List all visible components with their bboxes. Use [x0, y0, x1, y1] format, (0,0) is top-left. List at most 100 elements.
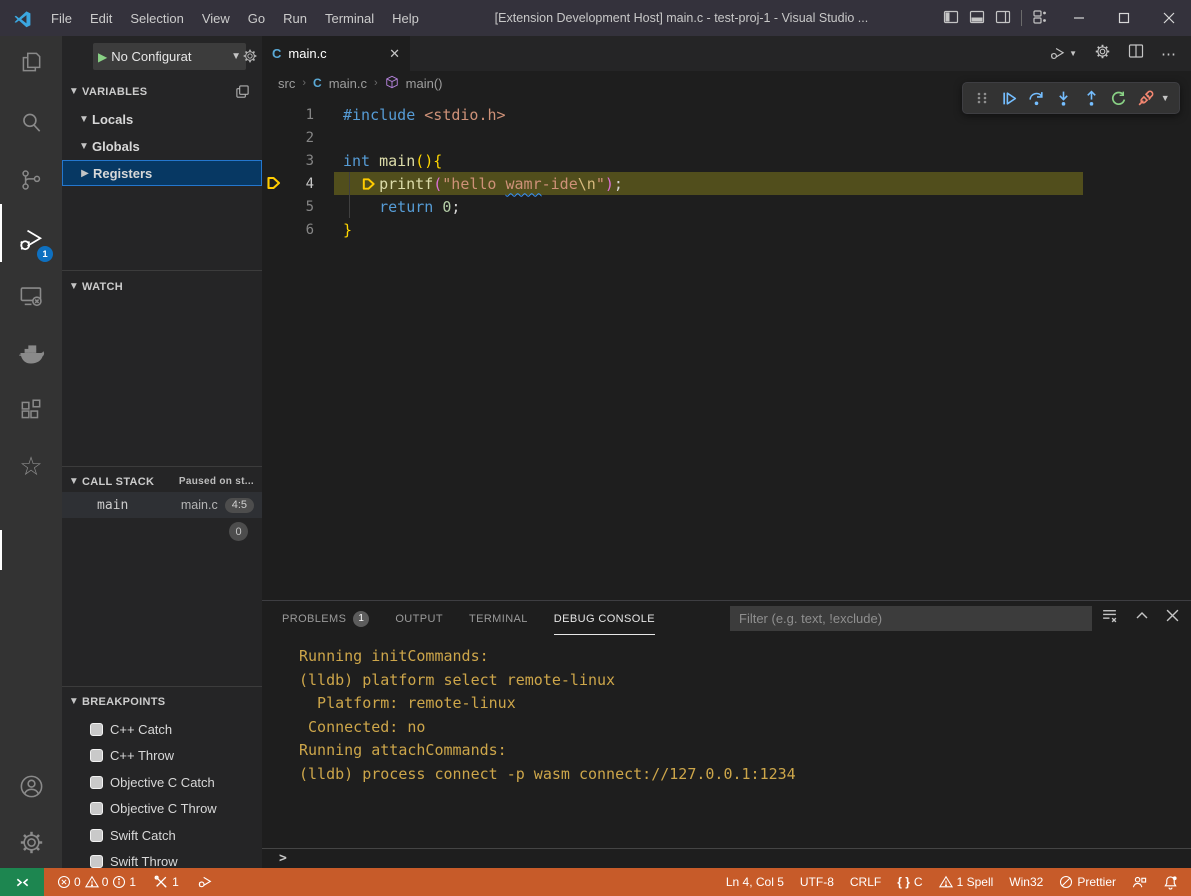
minimize-button[interactable]	[1056, 0, 1101, 36]
step-over-button[interactable]	[1025, 85, 1049, 111]
spell-checker-status[interactable]: 1 Spell	[934, 875, 999, 889]
panel-tab-problems[interactable]: PROBLEMS1	[282, 601, 369, 635]
customize-layout-icon[interactable]	[1032, 9, 1048, 28]
menu-view[interactable]: View	[193, 0, 239, 36]
more-actions-icon[interactable]: ⋯	[1161, 45, 1177, 63]
breadcrumb-file[interactable]: main.c	[329, 76, 367, 91]
close-panel-icon[interactable]	[1166, 609, 1179, 627]
glyph-margin[interactable]	[262, 218, 282, 241]
encoding-status[interactable]: UTF-8	[795, 875, 839, 889]
code-line[interactable]: 2	[262, 126, 1191, 149]
toggle-secondary-sidebar-icon[interactable]	[995, 9, 1011, 28]
breakpoint-item[interactable]: C++ Catch	[62, 716, 262, 743]
call-stack-section-header[interactable]: ▼ CALL STACK Paused on st...	[62, 470, 262, 493]
console-filter-input[interactable]	[730, 606, 1092, 631]
code-line[interactable]: 6}	[262, 218, 1191, 241]
settings-gear-icon[interactable]	[0, 818, 62, 866]
breakpoint-item[interactable]: Objective C Throw	[62, 796, 262, 823]
problems-status[interactable]: 0 0 1	[52, 875, 141, 889]
code-line[interactable]: 3int main(){	[262, 149, 1191, 172]
menu-go[interactable]: Go	[239, 0, 274, 36]
feedback-icon[interactable]	[1127, 875, 1152, 890]
step-out-button[interactable]	[1079, 85, 1103, 111]
maximize-panel-icon[interactable]	[1135, 609, 1149, 628]
glyph-margin[interactable]	[262, 103, 282, 126]
search-icon[interactable]	[0, 98, 62, 146]
call-stack-frame-row[interactable]: main main.c 4:5	[62, 492, 262, 518]
toggle-panel-icon[interactable]	[969, 9, 985, 28]
variables-section-header[interactable]: ▼ VARIABLES	[62, 80, 262, 103]
run-or-debug-button[interactable]: ▼	[1049, 45, 1077, 62]
glyph-margin[interactable]	[262, 195, 282, 218]
breakpoint-checkbox[interactable]	[90, 855, 103, 868]
disconnect-button[interactable]	[1134, 85, 1158, 111]
toggle-sidebar-icon[interactable]	[943, 9, 959, 28]
watch-section-header[interactable]: ▼ WATCH	[62, 275, 262, 298]
favorites-star-icon[interactable]: ☆	[0, 442, 62, 490]
editor-settings-gear-icon[interactable]	[1094, 43, 1111, 65]
remote-indicator[interactable]	[0, 868, 44, 896]
split-editor-icon[interactable]	[1128, 43, 1144, 64]
open-launch-json-gear-icon[interactable]	[242, 48, 258, 69]
breakpoint-item[interactable]: Objective C Catch	[62, 769, 262, 796]
breakpoint-checkbox[interactable]	[90, 829, 103, 842]
debug-pointer-glyph[interactable]	[262, 172, 282, 195]
step-into-button[interactable]	[1052, 85, 1076, 111]
breakpoint-checkbox[interactable]	[90, 749, 103, 762]
source-control-icon[interactable]	[0, 156, 62, 204]
platform-status[interactable]: Win32	[1004, 875, 1048, 889]
menu-terminal[interactable]: Terminal	[316, 0, 383, 36]
extensions-icon[interactable]	[0, 386, 62, 434]
breakpoint-item[interactable]: Swift Catch	[62, 822, 262, 849]
breakpoint-checkbox[interactable]	[90, 802, 103, 815]
close-tab-icon[interactable]: ✕	[389, 46, 400, 62]
copy-icon[interactable]	[235, 84, 250, 102]
restart-button[interactable]	[1106, 85, 1130, 111]
clear-console-icon[interactable]	[1101, 607, 1118, 629]
variables-scope-globals[interactable]: ▼ Globals	[62, 133, 262, 159]
run-and-debug-icon[interactable]: 1	[0, 216, 62, 264]
notifications-bell-icon[interactable]	[1158, 875, 1183, 890]
language-mode-status[interactable]: { } C	[892, 875, 927, 889]
debug-status-icon[interactable]	[192, 874, 218, 890]
code-line[interactable]: 5 return 0;	[262, 195, 1191, 218]
console-line: (lldb) platform select remote-linux	[299, 669, 1181, 693]
maximize-button[interactable]	[1101, 0, 1146, 36]
glyph-margin[interactable]	[262, 126, 282, 149]
breadcrumb-folder[interactable]: src	[278, 76, 295, 91]
variables-scope-registers[interactable]: ▶ Registers	[62, 160, 262, 186]
menu-help[interactable]: Help	[383, 0, 428, 36]
variables-scope-locals[interactable]: ▼ Locals	[62, 106, 262, 132]
toolbar-drag-handle[interactable]	[970, 85, 994, 111]
breadcrumb-symbol[interactable]: main()	[406, 76, 443, 91]
start-debug-icon[interactable]: ▶	[98, 50, 107, 64]
close-button[interactable]	[1146, 0, 1191, 36]
remote-explorer-icon[interactable]	[0, 272, 62, 320]
debug-console-input-row[interactable]: >	[262, 848, 1191, 869]
menu-selection[interactable]: Selection	[121, 0, 192, 36]
continue-button[interactable]	[997, 85, 1021, 111]
docker-icon[interactable]	[0, 329, 62, 377]
debug-config-dropdown[interactable]: ▶ No Configurat ▼	[93, 43, 246, 70]
panel-tab-terminal[interactable]: TERMINAL	[469, 601, 528, 635]
menu-file[interactable]: File	[42, 0, 81, 36]
cursor-position-status[interactable]: Ln 4, Col 5	[721, 875, 789, 889]
breakpoint-item[interactable]: C++ Throw	[62, 743, 262, 770]
code-line[interactable]: 4 printf("hello wamr-ide\n");	[262, 172, 1191, 195]
explorer-icon[interactable]	[0, 38, 62, 86]
glyph-margin[interactable]	[262, 149, 282, 172]
breakpoints-section-header[interactable]: ▼ BREAKPOINTS	[62, 690, 262, 713]
panel-tab-output[interactable]: OUTPUT	[395, 601, 443, 635]
breakpoint-checkbox[interactable]	[90, 776, 103, 789]
breakpoint-checkbox[interactable]	[90, 723, 103, 736]
panel-tab-debug-console[interactable]: DEBUG CONSOLE	[554, 601, 655, 635]
tasks-status[interactable]: 1	[149, 875, 184, 889]
formatter-status[interactable]: Prettier	[1054, 875, 1121, 889]
chevron-down-icon[interactable]: ▼	[1161, 93, 1172, 103]
code-editor[interactable]: 1#include <stdio.h>23int main(){4 printf…	[262, 95, 1191, 600]
accounts-icon[interactable]	[0, 762, 62, 810]
eol-status[interactable]: CRLF	[845, 875, 886, 889]
tab-main-c[interactable]: C main.c ✕	[262, 36, 410, 71]
menu-edit[interactable]: Edit	[81, 0, 121, 36]
menu-run[interactable]: Run	[274, 0, 316, 36]
